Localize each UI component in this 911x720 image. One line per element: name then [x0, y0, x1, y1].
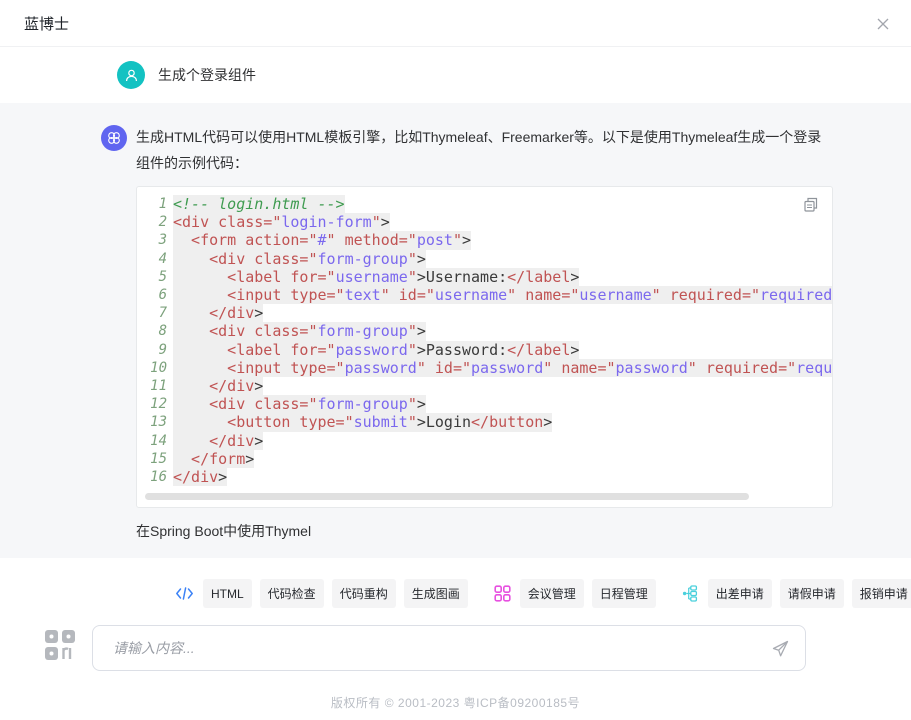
code-line-number: 12: [143, 395, 167, 413]
code-line: 15 </form>: [143, 450, 832, 468]
workflow-icon: [682, 585, 699, 602]
assistant-message-content: 生成HTML代码可以使用HTML模板引擎，比如Thymeleaf、Freemar…: [136, 124, 835, 541]
code-line: 5 <label for="username">Username:</label…: [143, 268, 832, 286]
quick-action-chip[interactable]: 代码重构: [332, 579, 396, 608]
code-line: 3 <form action="#" method="post">: [143, 231, 832, 249]
code-actions-group: HTML 代码检查代码重构生成图画: [203, 579, 468, 608]
code-line: 11 </div>: [143, 377, 832, 395]
dialog-header: 蓝博士: [0, 0, 911, 47]
quick-action-chip[interactable]: HTML: [203, 579, 252, 608]
code-line: 10 <input type="password" id="password" …: [143, 359, 832, 377]
apps-icon: [494, 585, 511, 602]
quick-action-chip[interactable]: 报销申请: [852, 579, 911, 608]
message-input[interactable]: [93, 626, 805, 670]
quick-action-chip[interactable]: 代码检查: [260, 579, 324, 608]
code-line: 2<div class="login-form">: [143, 213, 832, 231]
code-lines: 1<!-- login.html -->2<div class="login-f…: [143, 195, 832, 486]
code-line-number: 6: [143, 286, 167, 304]
code-line-number: 2: [143, 213, 167, 231]
assistant-intro-text: 生成HTML代码可以使用HTML模板引擎，比如Thymeleaf、Freemar…: [136, 124, 835, 176]
code-line-number: 7: [143, 304, 167, 322]
code-line: 13 <button type="submit">Login</button>: [143, 413, 832, 431]
copy-icon[interactable]: [802, 196, 819, 218]
quick-action-chip[interactable]: 出差申请: [708, 579, 772, 608]
app-logo-icon: [44, 630, 78, 667]
code-line-number: 9: [143, 341, 167, 359]
quick-action-chip[interactable]: 生成图画: [404, 579, 468, 608]
code-line-number: 1: [143, 195, 167, 213]
quick-action-chip[interactable]: 会议管理: [520, 579, 584, 608]
code-tools-icon: [175, 585, 194, 602]
message-input-box[interactable]: [92, 625, 806, 671]
code-line: 9 <label for="password">Password:</label…: [143, 341, 832, 359]
code-line: 6 <input type="text" id="username" name=…: [143, 286, 832, 304]
code-line-number: 4: [143, 250, 167, 268]
code-line-number: 11: [143, 377, 167, 395]
composer-row: [0, 625, 911, 671]
user-message-row: 生成个登录组件: [0, 47, 911, 103]
code-line-number: 15: [143, 450, 167, 468]
user-avatar-icon: [117, 61, 145, 89]
quick-action-chip[interactable]: 请假申请: [780, 579, 844, 608]
code-line: 8 <div class="form-group">: [143, 322, 832, 340]
code-line-number: 14: [143, 432, 167, 450]
code-block: 1<!-- login.html -->2<div class="login-f…: [136, 186, 833, 508]
dialog-title: 蓝博士: [24, 13, 69, 34]
code-line: 16</div>: [143, 468, 832, 486]
user-message-text: 生成个登录组件: [158, 65, 256, 85]
code-horizontal-scrollbar[interactable]: [145, 493, 824, 500]
assistant-streaming-text: 在Spring Boot中使用Thymel: [136, 521, 835, 541]
code-line-number: 10: [143, 359, 167, 377]
code-line: 14 </div>: [143, 432, 832, 450]
assistant-message-row: 生成HTML代码可以使用HTML模板引擎，比如Thymeleaf、Freemar…: [0, 103, 911, 558]
send-icon[interactable]: [770, 639, 790, 664]
request-actions-group: 出差申请请假申请报销申请办公用品申请: [708, 579, 911, 608]
quick-actions-toolbar: HTML 代码检查代码重构生成图画 会议管理日程管理 出差申请请假申请报销申请办公…: [0, 579, 911, 608]
code-line-number: 3: [143, 231, 167, 249]
code-line-number: 8: [143, 322, 167, 340]
assistant-dialog: 蓝博士 生成个登录组件 生成HTML代码可以使用HTML模板引擎，比如Thyme…: [0, 0, 911, 720]
schedule-actions-group: 会议管理日程管理: [520, 579, 656, 608]
code-line-number: 16: [143, 468, 167, 486]
code-line-number: 13: [143, 413, 167, 431]
code-line: 12 <div class="form-group">: [143, 395, 832, 413]
code-line: 7 </div>: [143, 304, 832, 322]
code-line-number: 5: [143, 268, 167, 286]
quick-action-chip[interactable]: 日程管理: [592, 579, 656, 608]
scrollbar-thumb[interactable]: [145, 493, 749, 500]
copyright-footer: 版权所有 © 2001-2023 粤ICP备09200185号: [0, 694, 911, 711]
code-line: 4 <div class="form-group">: [143, 250, 832, 268]
assistant-avatar-icon: [101, 125, 127, 151]
close-icon[interactable]: [875, 16, 891, 32]
code-line: 1<!-- login.html -->: [143, 195, 832, 213]
